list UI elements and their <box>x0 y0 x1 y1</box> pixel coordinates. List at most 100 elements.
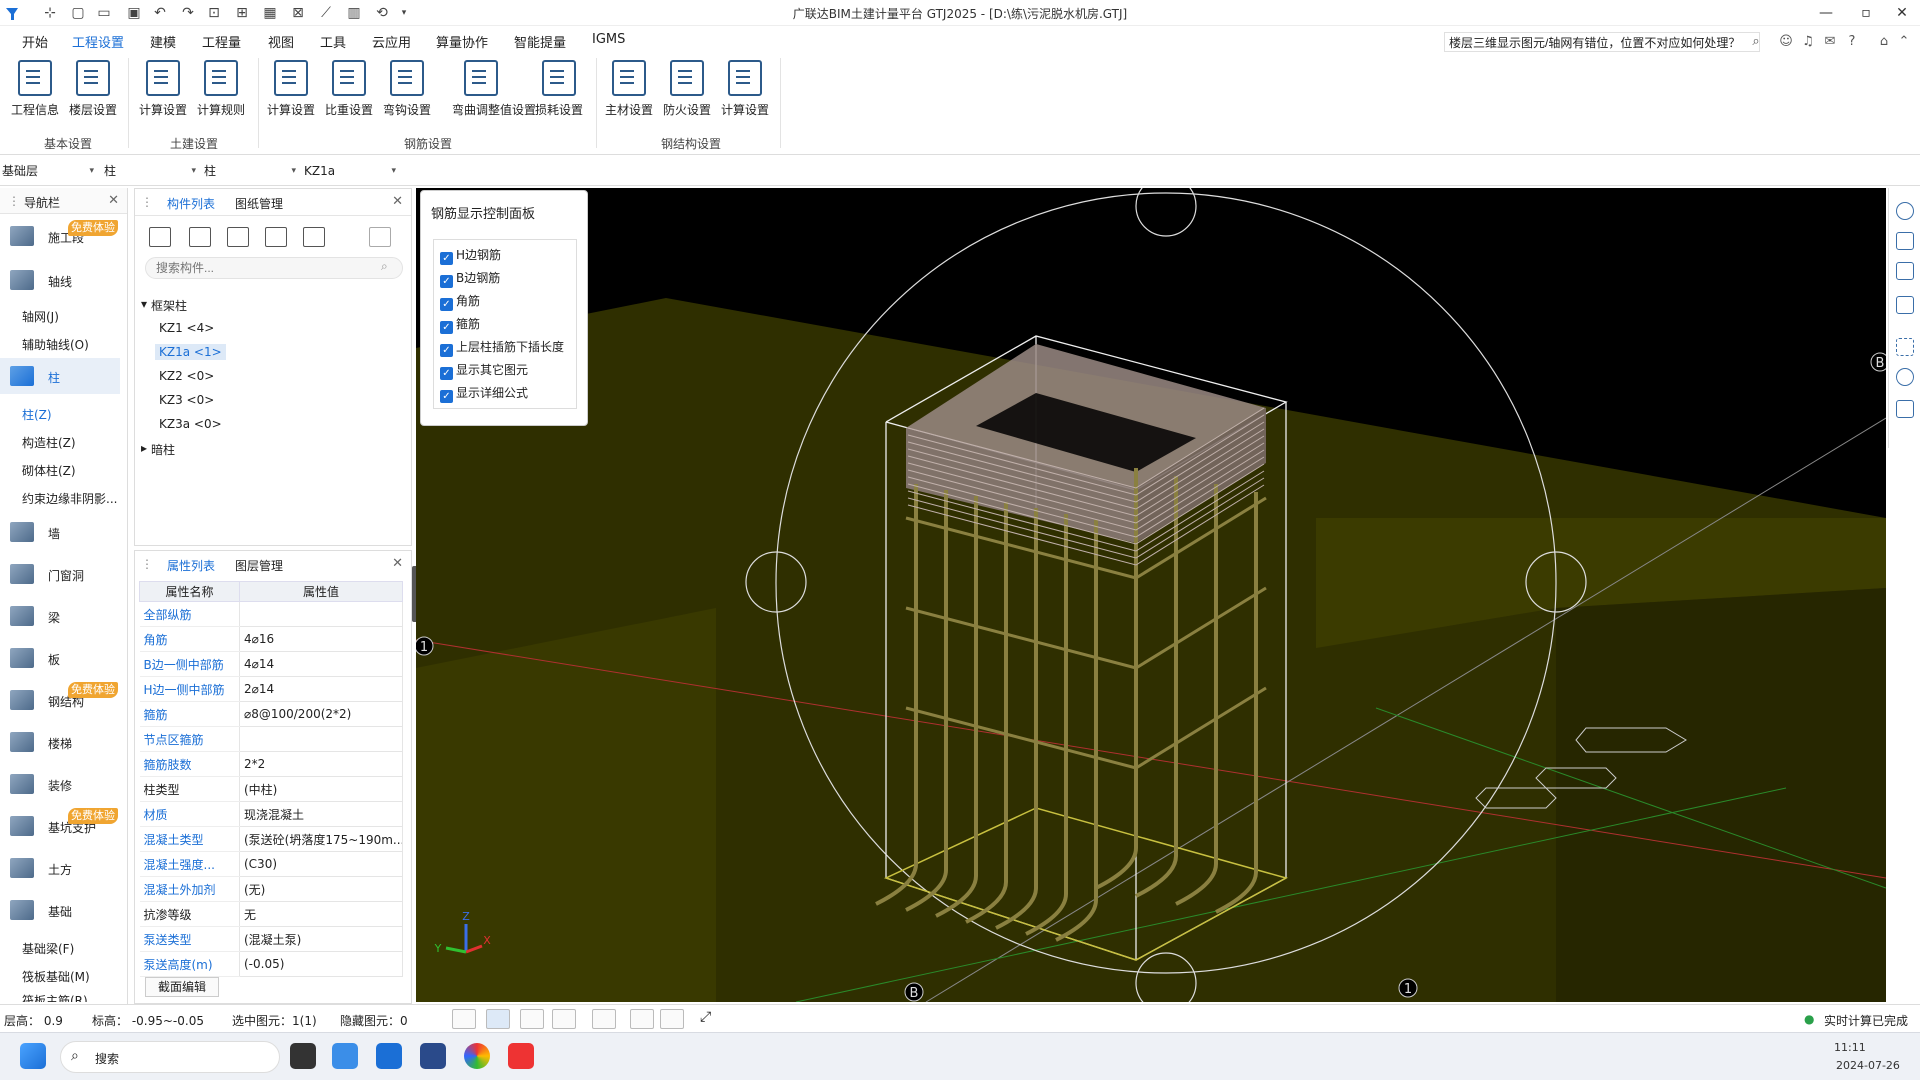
tree-item-kz1a[interactable]: KZ1a <1> <box>155 344 226 360</box>
nav-sub-masonry-column[interactable]: 砌体柱(Z) <box>22 462 76 479</box>
fit-view-icon[interactable] <box>1896 338 1914 356</box>
menu-collab[interactable]: 算量协作 <box>436 32 488 51</box>
nav-sub-boundary-edge[interactable]: 约束边缘非阴影... <box>22 490 117 507</box>
orbit-icon[interactable] <box>1896 202 1914 220</box>
2d-view-icon[interactable] <box>1896 232 1914 250</box>
property-value[interactable]: (泵送砼(坍落度175~190m... <box>239 826 403 852</box>
property-value[interactable]: (混凝土泵) <box>239 926 403 952</box>
nav-sub-raft-rebar[interactable]: 筏板主筋(R) <box>22 992 88 1002</box>
tab-drawing-management[interactable]: 图纸管理 <box>235 195 283 212</box>
nav-item-steel[interactable]: 钢结构 免费体验 <box>0 682 120 718</box>
nav-item-decoration[interactable]: 装修 <box>0 766 120 802</box>
property-value[interactable]: (-0.05) <box>239 951 403 977</box>
property-row[interactable]: H边一侧中部筋 2⌀14 <box>139 676 403 702</box>
3d-viewport[interactable]: 1 B B 1 Z Y X <box>416 188 1886 1002</box>
property-value[interactable] <box>239 726 403 752</box>
calc-rules-button[interactable]: 计算规则 <box>192 60 250 124</box>
option-stirrup[interactable]: ✓ 箍筋 <box>440 315 480 334</box>
settings-icon[interactable] <box>1896 368 1914 386</box>
nav-item-foundation[interactable]: 基础 <box>0 892 120 928</box>
option-show-other[interactable]: ✓ 显示其它图元 <box>440 361 528 380</box>
user-icon[interactable]: ☺ <box>1778 34 1794 50</box>
close-icon[interactable]: ✕ <box>392 194 403 209</box>
nav-item-earthwork[interactable]: 土方 <box>0 850 120 886</box>
property-row[interactable]: 混凝土类型 (泵送砼(坍落度175~190m... <box>139 826 403 852</box>
property-value[interactable]: (无) <box>239 876 403 902</box>
type-select[interactable]: 柱 ▾ <box>204 162 296 180</box>
rebar-calc-settings-button[interactable]: 计算设置 <box>262 60 320 124</box>
property-row[interactable]: 混凝土外加剂 (无) <box>139 876 403 902</box>
orbit-handle-top[interactable] <box>1135 188 1197 237</box>
drag-handle-icon[interactable]: ⋮ <box>141 557 153 571</box>
delete-icon[interactable] <box>227 227 249 247</box>
ortho-icon[interactable] <box>452 1009 476 1029</box>
floor-select[interactable]: 基础层 ▾ <box>2 162 94 180</box>
new-component-icon[interactable] <box>149 227 171 247</box>
component-search-input[interactable] <box>145 257 403 279</box>
nav-item-wall[interactable]: 墙 <box>0 514 120 550</box>
tree-collapse-icon[interactable]: ▸ <box>141 441 147 455</box>
cube-view-icon[interactable] <box>1896 296 1914 314</box>
property-row[interactable]: 材质 现浇混凝土 <box>139 801 403 827</box>
nav-item-column[interactable]: 柱 <box>0 358 120 394</box>
property-row[interactable]: 箍筋肢数 2*2 <box>139 751 403 777</box>
curve-icon[interactable] <box>660 1009 684 1029</box>
nav-item-stairs[interactable]: 楼梯 <box>0 724 120 760</box>
nav-item-pit-support[interactable]: 基坑支护 免费体验 <box>0 808 120 844</box>
menu-start[interactable]: 开始 <box>22 32 48 51</box>
tree-item-kz3a[interactable]: KZ3a <0> <box>159 417 222 431</box>
floor-settings-button[interactable]: 楼层设置 <box>64 60 122 124</box>
duplicate-icon[interactable] <box>265 227 287 247</box>
option-corner-rebar[interactable]: ✓ 角筋 <box>440 292 480 311</box>
layer-icon[interactable] <box>303 227 325 247</box>
option-upper-dowel[interactable]: ✓ 上层柱插筋下插长度 <box>440 338 564 357</box>
tab-layer-management[interactable]: 图层管理 <box>235 557 283 574</box>
nav-item-beam[interactable]: 梁 <box>0 598 120 634</box>
density-settings-button[interactable]: 比重设置 <box>320 60 378 124</box>
nav-item-door-window[interactable]: 门窗洞 <box>0 556 120 592</box>
3d-view-icon[interactable] <box>1896 262 1914 280</box>
close-button[interactable]: ✕ <box>1882 2 1920 24</box>
minimize-button[interactable]: — <box>1806 2 1846 24</box>
tree-item-kz1[interactable]: KZ1 <4> <box>159 321 214 335</box>
menu-quantity[interactable]: 工程量 <box>202 32 241 51</box>
property-value[interactable] <box>239 601 403 627</box>
tab-component-list[interactable]: 构件列表 <box>167 195 215 212</box>
property-value[interactable]: 无 <box>239 901 403 927</box>
main-material-button[interactable]: 主材设置 <box>600 60 658 124</box>
property-value[interactable]: 4⌀16 <box>239 626 403 652</box>
drag-handle-icon[interactable]: ⋮ <box>141 195 153 209</box>
option-show-formula[interactable]: ✓ 显示详细公式 <box>440 384 528 403</box>
property-value[interactable]: 现浇混凝土 <box>239 801 403 827</box>
copy-icon[interactable] <box>189 227 211 247</box>
tree-item-kz2[interactable]: KZ2 <0> <box>159 369 214 383</box>
angle-icon[interactable] <box>552 1009 576 1029</box>
option-b-edge-rebar[interactable]: ✓ B边钢筋 <box>440 269 500 288</box>
headset-icon[interactable]: ♫ <box>1800 34 1816 50</box>
checkbox-checked-icon[interactable]: ✓ <box>440 367 453 380</box>
property-row[interactable]: B边一侧中部筋 4⌀14 <box>139 651 403 677</box>
app-cad-icon[interactable] <box>420 1043 446 1069</box>
menu-cloud[interactable]: 云应用 <box>372 32 411 51</box>
option-h-edge-rebar[interactable]: ✓ H边钢筋 <box>440 246 501 265</box>
app-glodon-icon[interactable] <box>376 1043 402 1069</box>
menu-view[interactable]: 视图 <box>268 32 294 51</box>
property-row[interactable]: 节点区箍筋 <box>139 726 403 752</box>
nav-item-construction-section[interactable]: 施工段 免费体验 <box>0 218 120 254</box>
property-row[interactable]: 泵送类型 (混凝土泵) <box>139 926 403 952</box>
checkbox-checked-icon[interactable]: ✓ <box>440 298 453 311</box>
display-icon[interactable] <box>630 1009 654 1029</box>
fireproof-button[interactable]: 防火设置 <box>658 60 716 124</box>
nav-item-axis[interactable]: 轴线 <box>0 262 120 298</box>
expand-icon[interactable]: ⤢ <box>700 1009 711 1025</box>
checkbox-checked-icon[interactable]: ✓ <box>440 321 453 334</box>
nav-sub-aux-axis[interactable]: 辅助轴线(O) <box>22 336 89 353</box>
help-icon[interactable]: ? <box>1844 34 1860 50</box>
property-value[interactable]: (C30) <box>239 851 403 877</box>
checkbox-checked-icon[interactable]: ✓ <box>440 390 453 403</box>
menu-modeling[interactable]: 建模 <box>150 32 176 51</box>
taskbar-search[interactable]: ⌕ 搜索 <box>60 1041 280 1073</box>
bend-adjust-button[interactable]: 弯曲调整值设置 <box>452 60 536 124</box>
nav-sub-axis-grid[interactable]: 轴网(J) <box>22 308 59 325</box>
component-select[interactable]: KZ1a ▾ <box>304 162 396 180</box>
